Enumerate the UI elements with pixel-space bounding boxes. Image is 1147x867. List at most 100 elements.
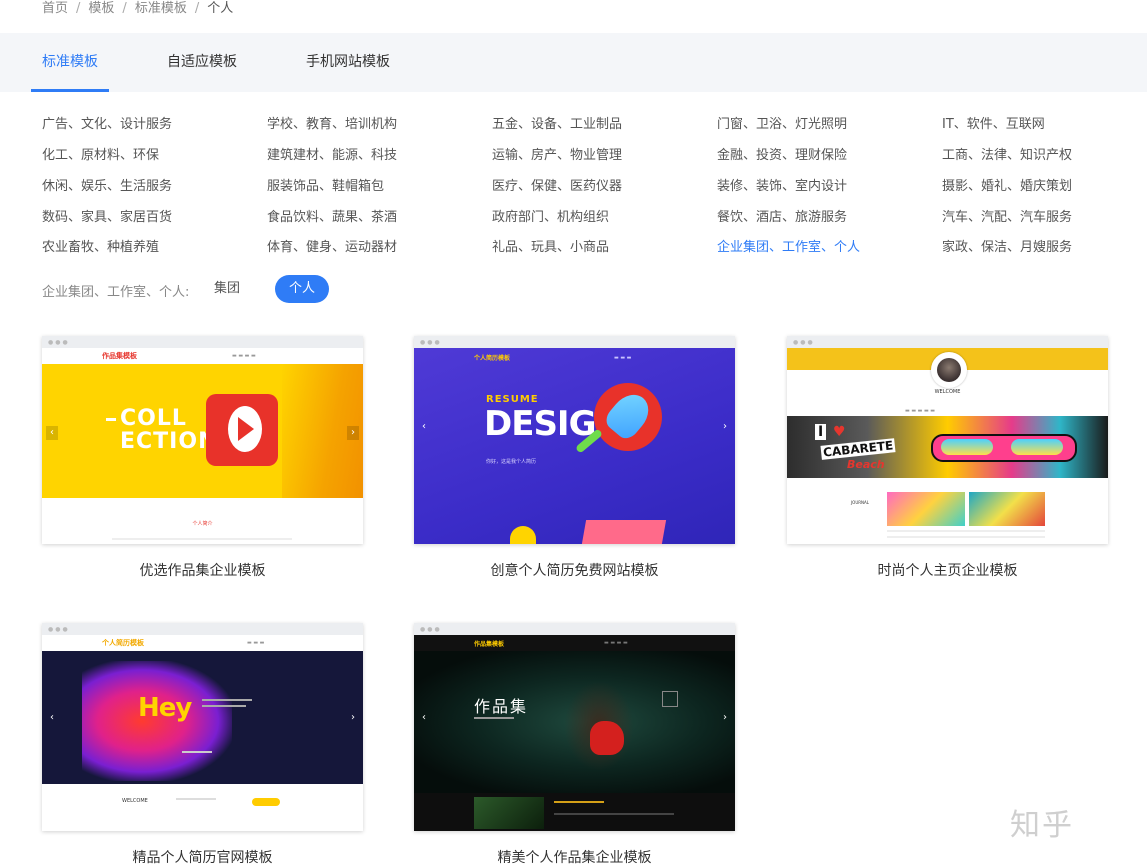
preview-nav: 个人简历模板 ▬ ▬ ▬ — [42, 635, 363, 651]
browser-bar: ●●● — [42, 336, 363, 348]
hero-headline-2: ECTION — [120, 429, 218, 454]
preview-logo: 个人简历模板 — [474, 355, 511, 362]
red-dress-illustration — [590, 721, 624, 755]
prev-arrow-icon[interactable]: ‹ — [46, 711, 58, 725]
journal-label: JOURNAL — [851, 500, 869, 505]
prev-arrow-icon[interactable]: ‹ — [418, 711, 430, 725]
breadcrumb-separator: / — [122, 1, 127, 16]
avatar — [931, 352, 967, 388]
category-link[interactable]: 农业畜牧、种植养殖 — [42, 236, 159, 255]
breadcrumb-templates[interactable]: 模板 — [88, 0, 114, 18]
filter-label: 企业集团、工作室、个人: — [42, 285, 190, 300]
section-title: 个人简介 — [192, 521, 213, 527]
category-link[interactable]: 餐饮、酒店、旅游服务 — [717, 206, 847, 225]
next-arrow-icon[interactable]: › — [719, 420, 731, 434]
category-link[interactable]: 食品饮料、蔬果、茶酒 — [267, 206, 397, 225]
filter-option-group[interactable]: 集团 — [214, 275, 240, 303]
tab-mobile[interactable]: 手机网站模板 — [306, 33, 390, 92]
category-link[interactable]: 医疗、保健、医药仪器 — [492, 175, 622, 194]
category-link[interactable]: 摄影、婚礼、婚庆策划 — [942, 175, 1072, 194]
category-link[interactable]: 体育、健身、运动器材 — [267, 236, 397, 255]
hero-headline-1: COLL — [120, 406, 187, 431]
template-thumbnail[interactable]: ●●● 作品集模板 ▬ ▬ ▬ ▬ COLL ECTION ‹ › 个人简介 — [42, 336, 363, 544]
hero-sub: 你好，这是我个人简历 — [486, 459, 537, 465]
category-link[interactable]: 运输、房产、物业管理 — [492, 144, 622, 163]
template-title[interactable]: 精美个人作品集企业模板 — [414, 847, 735, 867]
tab-standard[interactable]: 标准模板 — [31, 33, 109, 92]
template-thumbnail[interactable]: ●●● 个人简历模板 ▬ ▬ ▬ RESUME DESIG 你好，这是我个人简历… — [414, 336, 735, 544]
breadcrumb-standard[interactable]: 标准模板 — [135, 0, 187, 18]
graffiti-text-cabarete: CABARETE — [820, 438, 896, 460]
journal-image — [887, 492, 965, 526]
next-arrow-icon[interactable]: › — [347, 711, 359, 725]
template-title[interactable]: 时尚个人主页企业模板 — [787, 560, 1108, 580]
breadcrumb-separator: / — [76, 1, 81, 16]
hero-banner: COLL ECTION ‹ › — [42, 364, 363, 498]
preview-section: 个人简介 — [42, 498, 363, 544]
template-title[interactable]: 精品个人简历官网模板 — [42, 847, 363, 867]
category-link[interactable]: 政府部门、机构组织 — [492, 206, 609, 225]
preview-logo: 作品集模板 — [474, 641, 505, 648]
category-link[interactable]: 金融、投资、理财保险 — [717, 144, 847, 163]
welcome-text: WELCOME — [122, 798, 148, 804]
browser-bar: ●●● — [42, 623, 363, 635]
category-link[interactable]: IT、软件、互联网 — [942, 113, 1045, 132]
category-link-selected[interactable]: 企业集团、工作室、个人 — [717, 236, 860, 255]
category-link[interactable]: 广告、文化、设计服务 — [42, 113, 172, 132]
category-link[interactable]: 礼品、玩具、小商品 — [492, 236, 609, 255]
category-link[interactable]: 学校、教育、培训机构 — [267, 113, 397, 132]
category-link[interactable]: 化工、原材料、环保 — [42, 144, 159, 163]
category-link[interactable]: 数码、家具、家居百货 — [42, 206, 172, 225]
sunglasses-illustration — [931, 434, 1077, 462]
graffiti-banner: I ♥ CABARETE Beach — [787, 416, 1108, 478]
category-link[interactable]: 汽车、汽配、汽车服务 — [942, 206, 1072, 225]
template-thumbnail[interactable]: ●●● WELCOME ▬ ▬ ▬ ▬ ▬ I ♥ CABARETE Beach… — [787, 336, 1108, 544]
next-arrow-icon[interactable]: › — [719, 711, 731, 725]
subcategory-filter: 企业集团、工作室、个人: 集团 个人 — [42, 275, 442, 303]
prev-arrow-icon[interactable]: ‹ — [46, 426, 58, 440]
browser-bar: ●●● — [414, 336, 735, 348]
template-tabbar: 标准模板 自适应模板 手机网站模板 — [0, 33, 1147, 92]
tab-responsive[interactable]: 自适应模板 — [167, 33, 237, 92]
breadcrumb-separator: / — [194, 1, 200, 16]
hero-headline: Hey — [138, 693, 192, 723]
template-thumbnail[interactable]: ●●● 个人简历模板 ▬ ▬ ▬ Hey ‹ › WELCOME — [42, 623, 363, 831]
template-title[interactable]: 创意个人简历免费网站模板 — [414, 560, 735, 580]
preview-section: WELCOME — [42, 784, 363, 831]
category-link[interactable]: 家政、保洁、月嫂服务 — [942, 236, 1072, 255]
category-link[interactable]: 五金、设备、工业制品 — [492, 113, 622, 132]
breadcrumb: 首页 / 模板 / 标准模板 / 个人 — [42, 0, 233, 20]
rocket-illustration-icon — [574, 383, 662, 454]
prev-arrow-icon[interactable]: ‹ — [418, 420, 430, 434]
category-link[interactable]: 服装饰品、鞋帽箱包 — [267, 175, 384, 194]
preview-logo: 作品集模板 — [102, 352, 137, 360]
hero-banner: Hey ‹ › — [42, 651, 363, 784]
breadcrumb-current: 个人 — [207, 1, 234, 16]
category-link[interactable]: 建筑建材、能源、科技 — [267, 144, 397, 163]
next-arrow-icon[interactable]: › — [347, 426, 359, 440]
hero-headline: 作品集 — [474, 697, 529, 716]
category-link[interactable]: 休闲、娱乐、生活服务 — [42, 175, 172, 194]
template-title[interactable]: 优选作品集企业模板 — [42, 560, 363, 580]
hero-banner: 个人简历模板 ▬ ▬ ▬ RESUME DESIG 你好，这是我个人简历 ‹ › — [414, 348, 735, 544]
journal-image — [969, 492, 1045, 526]
browser-bar: ●●● — [414, 623, 735, 635]
graffiti-text-i: I — [815, 424, 827, 440]
filter-option-personal[interactable]: 个人 — [275, 275, 329, 303]
category-link[interactable]: 门窗、卫浴、灯光照明 — [717, 113, 847, 132]
category-link[interactable]: 工商、法律、知识产权 — [942, 144, 1072, 163]
category-link[interactable]: 装修、装饰、室内设计 — [717, 175, 847, 194]
preview-logo: 个人简历模板 — [102, 639, 144, 647]
hero-headline: DESIG — [484, 404, 596, 444]
graffiti-text-beach: Beach — [847, 458, 885, 471]
play-logo-icon — [206, 394, 278, 466]
template-thumbnail[interactable]: ●●● 作品集模板 ▬ ▬ ▬ ▬ 作品集 ‹ › — [414, 623, 735, 831]
preview-section — [414, 793, 735, 831]
hero-banner: 作品集 ‹ › — [414, 651, 735, 793]
zhihu-watermark-logo: 知乎 — [1010, 808, 1074, 843]
welcome-text: WELCOME — [934, 389, 961, 395]
preview-nav: 作品集模板 ▬ ▬ ▬ ▬ — [414, 635, 735, 651]
breadcrumb-home[interactable]: 首页 — [42, 0, 68, 18]
preview-nav: 作品集模板 ▬ ▬ ▬ ▬ — [42, 348, 363, 364]
browser-bar: ●●● — [787, 336, 1108, 348]
